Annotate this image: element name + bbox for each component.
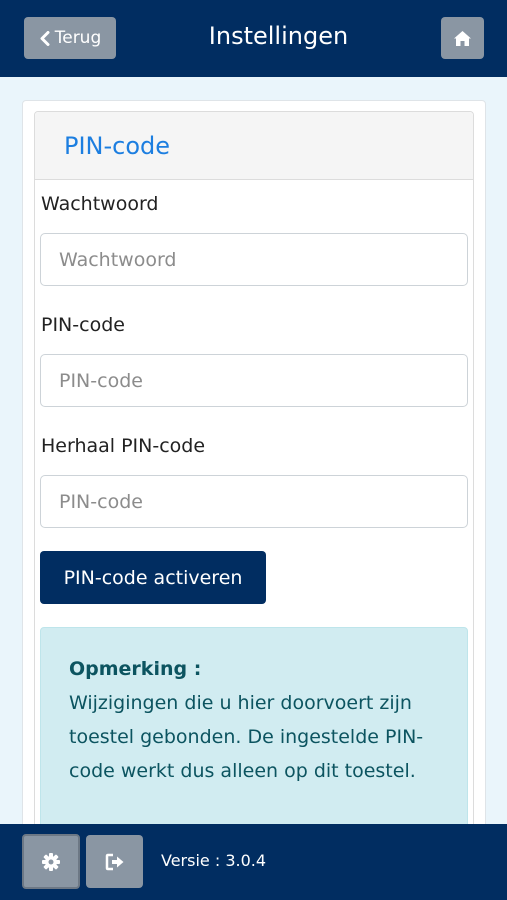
repeat-pin-field[interactable] [40,475,468,528]
chevron-left-icon [40,30,50,46]
back-button[interactable]: Terug [24,17,116,59]
page-title: Instellingen [208,22,349,50]
version-label: Versie : 3.0.4 [161,851,267,870]
logout-button[interactable] [86,835,143,888]
password-label: Wachtwoord [41,193,159,215]
card-header: PIN-code [35,112,473,180]
pin-label: PIN-code [41,314,125,336]
home-icon [454,30,471,46]
sign-out-icon [105,853,123,870]
note-text: Wijzigingen die u hier doorvoert zijn to… [69,692,424,782]
bottom-bar: Versie : 3.0.4 [0,824,507,900]
gear-icon [42,852,60,871]
settings-button[interactable] [22,834,80,889]
top-nav-bar: Terug Instellingen [0,0,507,77]
card-title: PIN-code [64,132,171,160]
back-button-label: Terug [54,28,102,48]
repeat-pin-label: Herhaal PIN-code [41,435,206,457]
home-button[interactable] [441,17,484,59]
note-title: Opmerking : [69,658,202,680]
pin-field[interactable] [40,354,468,407]
password-field[interactable] [40,233,468,286]
activate-pin-button[interactable]: PIN-code activeren [40,551,266,604]
info-note: Opmerking : Wijzigingen die u hier doorv… [40,627,468,840]
